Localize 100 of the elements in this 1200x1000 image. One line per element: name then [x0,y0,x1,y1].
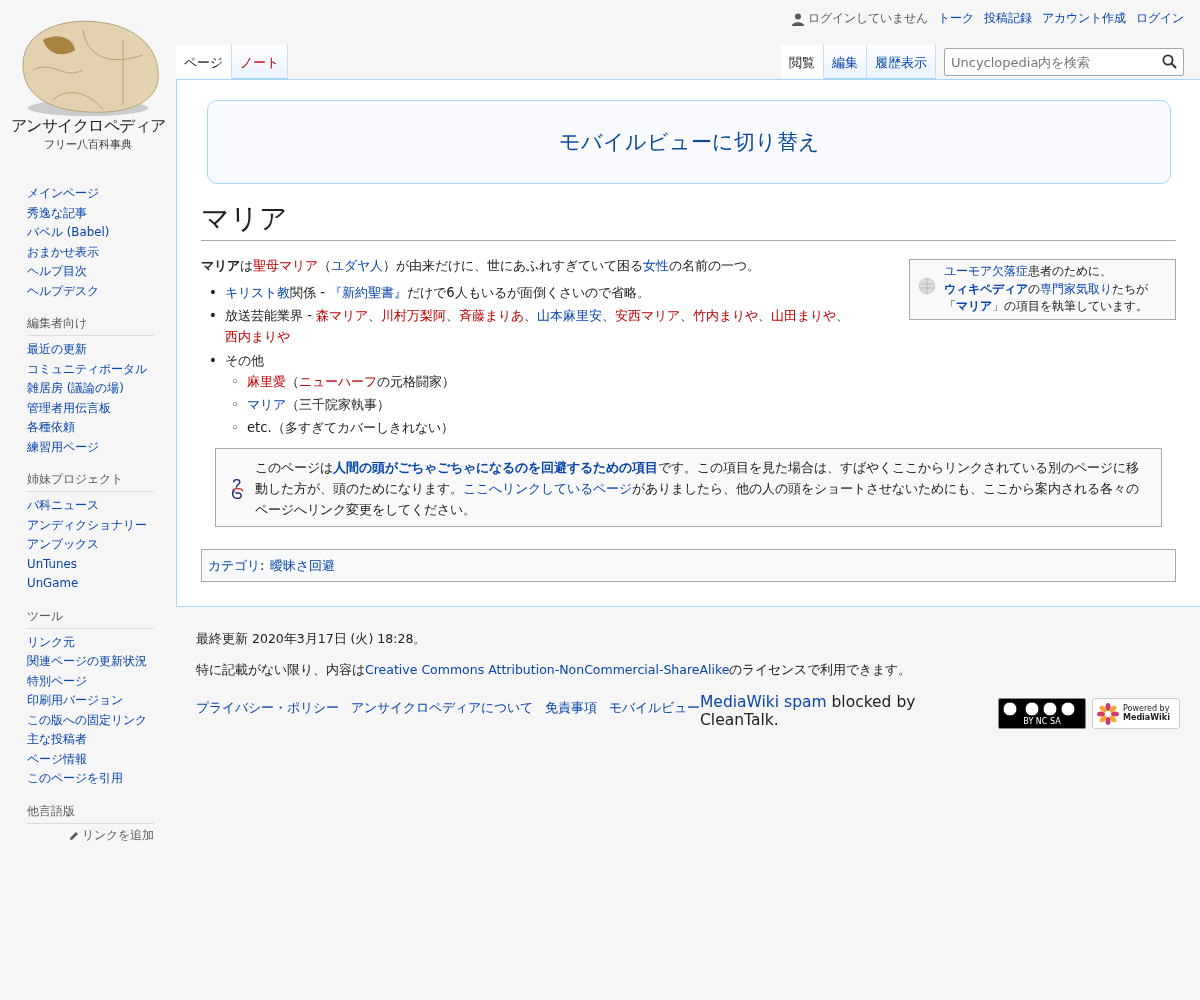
sidebar-link[interactable]: おまかせ表示 [27,242,154,262]
search-field[interactable]: Uncyclopedia内を検索 [944,48,1184,76]
sidebar-heading: 姉妹プロジェクト [27,471,154,492]
text-link[interactable]: 斉藤まりあ [459,308,525,324]
category-separator: : [260,557,265,576]
logo-title[interactable]: アンサイクロペディア [10,116,166,137]
sidebar-link[interactable]: 秀逸な記事 [27,203,154,223]
list-item-text: 放送芸能業界 - 森マリア、川村万梨阿、斉藤まりあ、山本麻里安、安西マリア、竹内まりや、山田まりや、 西内まりや [225,307,851,347]
text-link[interactable]: 川村万梨阿 [381,308,447,324]
text-link[interactable]: 聖母マリア [253,258,318,273]
page-tab[interactable]: ノート [232,45,288,79]
text-link[interactable]: Creative Commons Attribution-NonCommercial-ShareAlike [365,662,730,678]
sidebar-link[interactable]: アンブックス [27,535,154,555]
view-tab[interactable]: 履歴表示 [867,45,936,79]
text-link[interactable]: ユダヤ人 [331,258,383,273]
sidebar-link[interactable]: UnTunes [27,554,154,574]
text-link[interactable]: 専門家気取り [1039,281,1112,296]
text-link[interactable]: ニューハーフ [299,373,377,389]
license-badge[interactable]: BY NC SA [998,698,1086,730]
sidebar-link[interactable]: コミュニティポータル [27,359,154,379]
sidebar-link[interactable]: アンディクショナリー [27,515,154,535]
sidebar-link[interactable]: このページを引用 [27,769,154,789]
sidebar-link[interactable]: 雑居房 (議論の場) [27,379,154,399]
view-tab[interactable]: 編集 [824,45,867,79]
last-modified: 最終更新 2020年3月17日 (火) 18:28。 [196,631,428,649]
search-icon[interactable] [1162,54,1177,69]
cleantalk-text: MediaWiki spam blocked by CleanTalk. [700,693,917,730]
category-label[interactable]: カテゴリ [208,555,260,577]
text-link[interactable]: ユーモア欠落症 [943,264,1028,278]
category-link[interactable]: 曖昧さ回避 [270,555,336,577]
list-item-text: キリスト教関係 - 『新約聖書』だけで6人もいるが面倒くさいので省略。 [225,284,651,303]
sidebar-link[interactable]: ヘルプデスク [27,281,154,301]
sidebar-link[interactable]: ページ情報 [27,749,154,769]
cc-symbol-icon [1002,701,1018,717]
text-link[interactable]: キリスト教 [225,285,290,301]
text-link[interactable]: 『新約聖書』 [329,285,408,301]
text-link[interactable]: MediaWiki spam [700,693,827,712]
text-link[interactable]: 西内まりや [225,329,290,345]
cc-symbol-icon [1042,701,1058,717]
text-link[interactable]: ウィキペディア [943,281,1028,296]
text-link[interactable]: 山本麻里安 [537,308,603,324]
sidebar-link[interactable]: 関連ページの更新状況 [27,652,154,672]
sidebar-heading: ツール [27,607,154,629]
text-link[interactable]: 山田まりや [771,308,837,324]
sidebar-link[interactable]: 最近の更新 [27,340,154,360]
list-bullet: ◦ [231,418,239,437]
wikipedia-notice-text: ユーモア欠落症患者のために、 ウィキペディアの専門家気取り たちが「マリア」の項目を執筆しています。 [943,263,1149,316]
license-text: 特に記載がない限り、内容はCreative Commons Attribution-NonCommercial-ShareAlikeのライセンスで利用できます。 [196,662,913,680]
notice-text: このページは人間の頭がごちゃごちゃになるのを回避するための項目 です。この項目を見た場合は、すばやくここからリンクされている別のページに移動した方が、頭のためになります。ここへリンクしているページがありましたら、他の人の頭をショートさせないためにも、ここから案内される各々のページへリンク変更をしてください。 [255,459,1141,520]
footer-link[interactable]: 免責事項 [545,700,597,718]
list-item-text: 麻里愛（ニューハーフの元格闘家） [247,372,456,391]
sidebar-link[interactable]: バベル (Babel) [27,223,154,243]
text-link[interactable]: 麻里愛 [247,373,286,389]
logo-tagline: フリー八百科事典 [44,137,132,152]
sidebar-link[interactable]: バ科ニュース [27,496,154,516]
sidebar-link[interactable]: この版への固定リンク [27,710,154,730]
footer-link[interactable]: アンサイクロペディアについて [351,700,533,718]
sidebar-link[interactable]: 特別ページ [27,671,154,691]
text-link[interactable]: 安西マリア [615,308,681,324]
intro-paragraph: マリアは聖母マリア（ユダヤ人）が由来だけに、世にあふれすぎていて困る女性の名前の一つ。 [201,257,761,275]
text-link[interactable]: 人間の頭がごちゃごちゃになるのを回避するための項目 [333,460,659,475]
cc-symbol-icon [1024,701,1040,717]
footer-link[interactable]: プライバシー・ポリシー [196,700,339,718]
login-status: ログインしていません [792,11,928,27]
sidebar-link[interactable]: UnGame [27,574,154,594]
personal-link[interactable]: アカウント作成 [1042,11,1126,27]
personal-link[interactable]: ログイン [1136,11,1184,27]
sidebar-link[interactable]: 主な投稿者 [27,730,154,750]
text-link[interactable]: マリア [247,396,286,412]
flower-icon [1097,702,1119,725]
sidebar-link[interactable]: 管理者用伝言板 [27,398,154,418]
list-bullet: • [209,284,217,303]
list-bullet: ◦ [231,395,239,414]
text-link[interactable]: ここへリンクしているページ [463,481,633,497]
sidebar-link[interactable]: 印刷用バージョン [27,691,154,711]
footer-link[interactable]: モバイルビュー [609,700,700,718]
powered-by-badge[interactable]: Powered by MediaWiki [1092,698,1180,730]
sidebar-link[interactable]: 各種依頼 [27,418,154,438]
view-tab[interactable]: 閲覧 [781,45,824,79]
text-link[interactable]: 女性 [643,258,669,273]
sidebar-link[interactable]: 練習用ページ [27,437,154,457]
list-bullet: • [209,351,217,370]
cc-symbol-icon [1060,701,1076,717]
pencil-icon [69,830,79,841]
mobile-view-button[interactable]: モバイルビューに切り替え [207,100,1171,184]
sidebar-heading: 編集者向け [27,315,154,336]
sidebar-link[interactable]: リンク元 [27,632,154,652]
text-link[interactable]: 森マリア [316,308,369,324]
list-item-text: その他 [225,351,265,370]
personal-link[interactable]: 投稿記録 [984,11,1032,27]
add-link[interactable]: リンクを追加 [69,827,154,844]
sidebar-link[interactable]: ヘルプ目次 [27,262,154,282]
text-link[interactable]: マリア [955,299,992,314]
text-link[interactable]: 竹内まりや [693,308,759,324]
page-title: マリア [201,200,1176,241]
list-item-text: マリア（三千院家執事） [247,395,391,414]
sidebar-link[interactable]: メインページ [27,184,154,204]
personal-link[interactable]: トーク [938,11,974,27]
page-tab[interactable]: ページ [176,45,232,79]
sidebar-heading: 他言語版 [27,802,154,824]
